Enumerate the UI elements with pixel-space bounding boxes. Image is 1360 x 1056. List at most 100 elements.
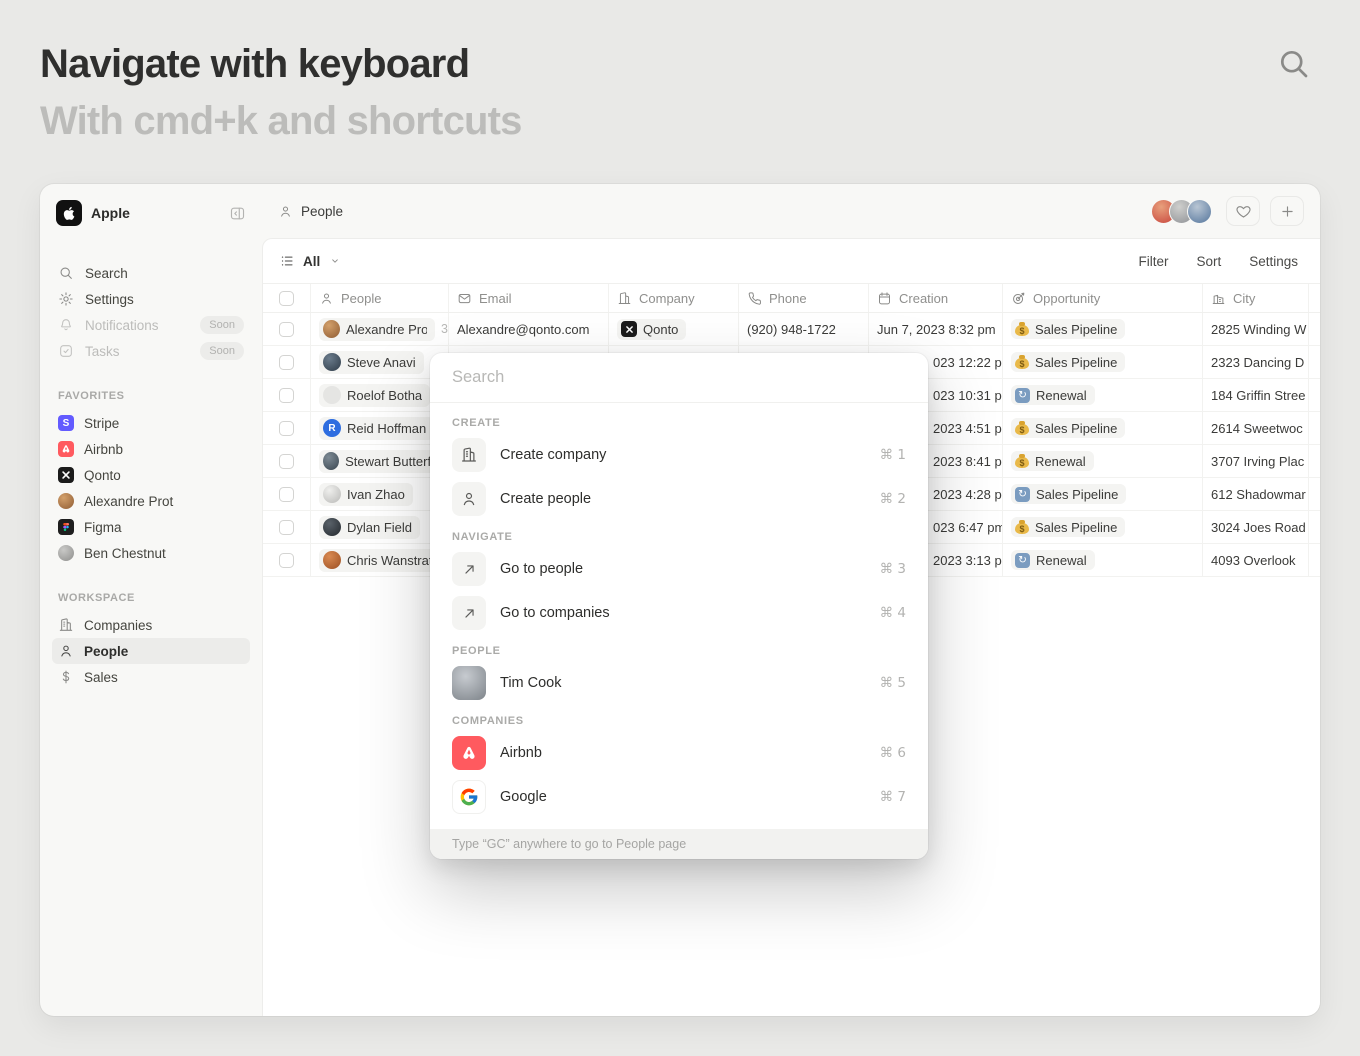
city-cell[interactable]: 2825 Winding W [1203,313,1309,345]
heart-icon [1235,203,1252,220]
sidebar-item-people[interactable]: People [52,638,250,664]
people-cell: Steve Anavi [311,346,449,378]
favorites-list: S Stripe Airbnb Qonto Ale [52,410,250,566]
column-city[interactable]: City [1203,284,1309,312]
select-all-checkbox[interactable] [279,291,294,306]
row-checkbox[interactable] [279,388,294,403]
opportunity-chip[interactable]: Sales Pipeline [1011,484,1126,504]
creation-cell[interactable]: Jun 7, 2023 8:32 pm [869,313,1003,345]
sidebar-item-companies[interactable]: Companies [52,612,250,638]
palette-search-input[interactable] [430,353,928,403]
opportunity-chip[interactable]: Sales Pipeline [1011,418,1125,438]
column-opportunity[interactable]: Opportunity [1003,284,1203,312]
city-cell[interactable]: 612 Shadowmar [1203,478,1309,510]
workspace-label: WORKSPACE [58,592,244,604]
people-cell: Alexandre Prot 3 [311,313,449,345]
city-cell[interactable]: 3707 Irving Plac [1203,445,1309,477]
phone-cell[interactable]: (920) 948-1722 [739,313,869,345]
opportunity-icon [1015,523,1029,534]
person-chip[interactable]: RReid Hoffman [319,417,434,440]
row-checkbox[interactable] [279,520,294,535]
sidebar-item-settings[interactable]: Settings [52,286,250,312]
column-people[interactable]: People [311,284,449,312]
palette-item-create-company[interactable]: Create company ⌘ 1 [440,433,918,477]
column-company[interactable]: Company [609,284,739,312]
favorite-button[interactable] [1226,196,1260,226]
sidebar-item-label: Search [85,266,128,281]
opportunity-chip[interactable]: Renewal [1011,385,1095,405]
workspace-name: Apple [91,205,220,221]
opportunity-chip[interactable]: Sales Pipeline [1011,352,1125,372]
row-checkbox[interactable] [279,454,294,469]
person-chip[interactable]: Roelof Botha [319,384,430,407]
sidebar-item-search[interactable]: Search [52,260,250,286]
avatar[interactable] [1187,199,1212,224]
filter-button[interactable]: Filter [1138,254,1168,269]
person-chip[interactable]: Alexandre Prot [319,318,435,341]
row-checkbox[interactable] [279,322,294,337]
person-chip[interactable]: Steve Anavi [319,351,424,374]
opportunity-chip[interactable]: Renewal [1011,550,1095,570]
person-chip[interactable]: Stewart Butterfield [319,450,448,473]
sidebar-item-sales[interactable]: Sales [52,664,250,690]
city-cell[interactable]: 4093 Overlook [1203,544,1309,576]
figma-logo [58,519,74,535]
row-checkbox[interactable] [279,355,294,370]
palette-item-go-to-people[interactable]: Go to people ⌘ 3 [440,547,918,591]
city-cell[interactable]: 184 Griffin Stree [1203,379,1309,411]
city-cell[interactable]: 2614 Sweetwoc [1203,412,1309,444]
topbar-title: People [301,204,343,219]
palette-item-google[interactable]: Google ⌘ 7 [440,775,918,819]
table-row: Alexandre Prot 3 Alexandre@qonto.com Qon… [263,313,1320,346]
favorite-qonto[interactable]: Qonto [52,462,250,488]
person-icon [452,482,486,516]
palette-item-airbnb[interactable]: Airbnb ⌘ 6 [440,731,918,775]
column-email[interactable]: Email [449,284,609,312]
sort-button[interactable]: Sort [1196,254,1221,269]
avatar [58,493,74,509]
row-checkbox[interactable] [279,553,294,568]
add-button[interactable] [1270,196,1304,226]
person-chip[interactable]: Chris Wanstrath [319,549,448,572]
sidebar-item-label: Notifications [85,318,159,333]
row-checkbox[interactable] [279,421,294,436]
palette-section-navigate: NAVIGATE [452,531,906,543]
search-icon[interactable] [1276,46,1312,82]
arrow-up-right-icon [452,552,486,586]
person-chip[interactable]: Ivan Zhao [319,483,413,506]
city-cell[interactable]: 2323 Dancing D [1203,346,1309,378]
opportunity-chip[interactable]: Renewal [1011,451,1094,471]
favorite-figma[interactable]: Figma [52,514,250,540]
opportunity-chip[interactable]: Sales Pipeline [1011,517,1125,537]
settings-button[interactable]: Settings [1249,254,1298,269]
favorite-stripe[interactable]: S Stripe [52,410,250,436]
list-view-icon [279,253,295,269]
people-cell: Ivan Zhao [311,478,449,510]
collaborator-avatars[interactable] [1151,199,1212,224]
opportunity-chip[interactable]: Sales Pipeline [1011,319,1125,339]
workspace-switcher[interactable]: Apple [52,198,250,226]
company-chip[interactable]: Qonto [617,319,686,340]
people-cell: Chris Wanstrath [311,544,449,576]
column-creation[interactable]: Creation [869,284,1003,312]
city-cell[interactable]: 3024 Joes Road [1203,511,1309,543]
page: Navigate with keyboard With cmd+k and sh… [0,0,1360,1056]
column-phone[interactable]: Phone [739,284,869,312]
opportunity-cell: Sales Pipeline [1003,346,1203,378]
comment-count[interactable]: 3 [441,322,449,336]
palette-item-tim-cook[interactable]: Tim Cook ⌘ 5 [440,661,918,705]
collapse-sidebar-icon[interactable] [229,205,246,222]
row-checkbox[interactable] [279,487,294,502]
favorite-alexandre-prot[interactable]: Alexandre Prot [52,488,250,514]
view-selector[interactable]: All [279,253,342,269]
email-cell[interactable]: Alexandre@qonto.com [449,313,609,345]
favorite-airbnb[interactable]: Airbnb [52,436,250,462]
palette-item-go-to-companies[interactable]: Go to companies ⌘ 4 [440,591,918,635]
palette-item-create-people[interactable]: Create people ⌘ 2 [440,477,918,521]
favorite-ben-chestnut[interactable]: Ben Chestnut [52,540,250,566]
person-chip[interactable]: Dylan Field [319,516,420,539]
sidebar: Apple Search Settings No [40,184,262,1016]
company-cell: Qonto [609,313,739,345]
sidebar-item-notifications: Notifications Soon [52,312,250,338]
people-cell: RReid Hoffman [311,412,449,444]
